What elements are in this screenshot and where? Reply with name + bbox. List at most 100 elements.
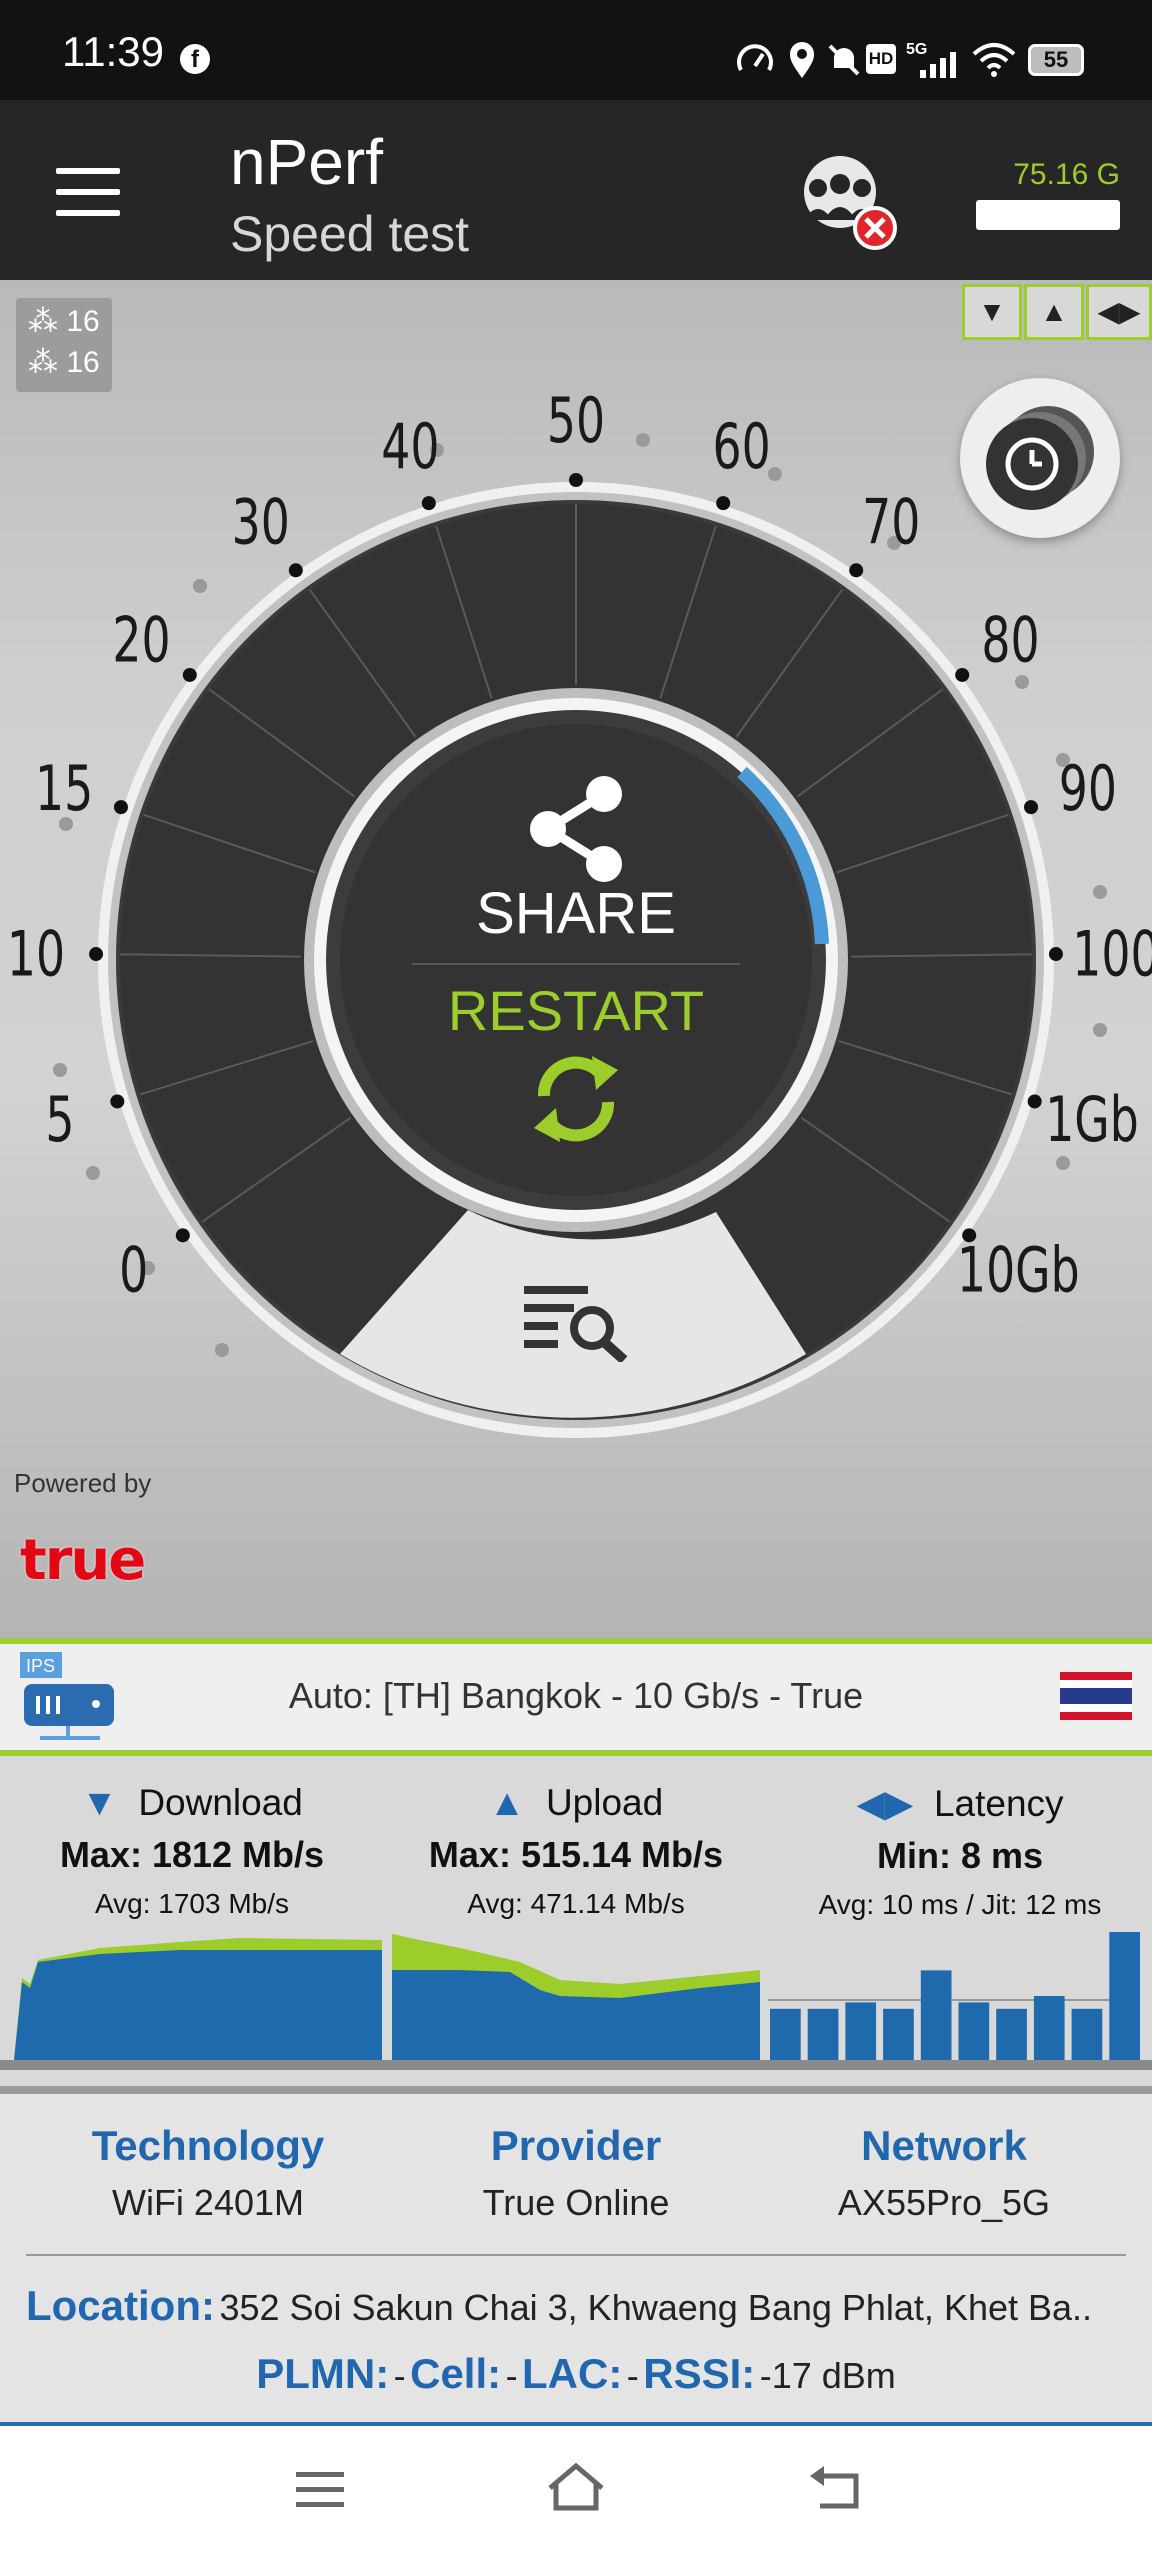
- gauge-tick: [175, 1228, 190, 1243]
- gauge-tick: [421, 496, 436, 511]
- download-result: ▼ Download Max: 1812 Mb/s Avg: 1703 Mb/s: [0, 1782, 384, 1920]
- gauge-tick: [955, 667, 970, 682]
- toggle-sides-button[interactable]: ◀▶: [1086, 284, 1152, 340]
- plmn-label: PLMN:: [256, 2350, 390, 2397]
- nav-menu-button[interactable]: [294, 2468, 346, 2512]
- gauge-tick: [182, 667, 197, 682]
- svg-text:5G: 5G: [906, 41, 927, 58]
- gauge-tick: [849, 563, 864, 578]
- technology-label: Technology: [91, 2122, 325, 2169]
- latency-bar: [845, 2002, 877, 2060]
- latency-bar: [920, 1970, 952, 2060]
- location-row: Location: 352 Soi Sakun Chai 3, Khwaeng …: [26, 2282, 1136, 2330]
- thailand-flag-icon: [1060, 1672, 1132, 1720]
- download-graph: [14, 1938, 382, 2060]
- threads-down-icon: ⁂: [28, 305, 58, 338]
- restart-button[interactable]: RESTART: [420, 978, 732, 1158]
- gauge-tick: [89, 947, 104, 962]
- upload-title: Upload: [545, 1782, 664, 1823]
- facebook-icon: f: [180, 44, 210, 74]
- data-usage-bar: [976, 200, 1120, 230]
- panel-toggles: ▼ ▲ ◀▶: [962, 284, 1152, 340]
- gauge-label-10: 10: [7, 918, 65, 990]
- history-button[interactable]: [960, 378, 1120, 538]
- latency-bar: [807, 2008, 839, 2060]
- share-label: SHARE: [476, 881, 676, 946]
- status-time: 11:39: [62, 28, 164, 75]
- cell-info-row: PLMN: - Cell: - LAC: - RSSI: -17 dBm: [0, 2350, 1152, 2398]
- latency-avg: Avg: 10 ms / Jit: 12 ms: [818, 1889, 1102, 1920]
- gauge-label-15: 15: [35, 753, 93, 825]
- speedometer-history-icon: [986, 406, 1094, 510]
- info-divider: [26, 2254, 1126, 2256]
- network-info: Network AX55Pro_5G: [752, 2122, 1136, 2224]
- collapse-down-button[interactable]: ▼: [962, 284, 1022, 340]
- gauge-label-50: 50: [547, 385, 605, 457]
- ips-badge-label: IPS: [26, 1656, 55, 1676]
- threads-down-count: 16: [66, 305, 100, 338]
- latency-title: Latency: [933, 1783, 1064, 1824]
- expand-up-button[interactable]: ▲: [1024, 284, 1084, 340]
- latency-bar: [770, 2008, 801, 2060]
- gauge-label-5: 5: [45, 1084, 74, 1156]
- location-value: 352 Soi Sakun Chai 3, Khwaeng Bang Phlat…: [219, 2287, 1093, 2328]
- location-label: Location:: [26, 2282, 215, 2329]
- share-icon: [530, 776, 622, 882]
- network-value: AX55Pro_5G: [837, 2182, 1051, 2223]
- download-avg: Avg: 1703 Mb/s: [94, 1888, 290, 1919]
- latency-bar: [883, 2008, 914, 2060]
- servers-status-button[interactable]: [790, 150, 900, 250]
- gauge-tick: [288, 563, 303, 578]
- download-title: Download: [138, 1782, 303, 1823]
- gauge-label-10gb: 10Gb: [957, 1235, 1080, 1307]
- wifi-icon: [972, 43, 1016, 77]
- latency-graph: [770, 1932, 1140, 2060]
- download-arrow-icon: ▼: [81, 1782, 118, 1823]
- menu-button[interactable]: [56, 168, 120, 216]
- server-name[interactable]: Auto: [TH] Bangkok - 10 Gb/s - True: [0, 1675, 1152, 1717]
- technology-value: WiFi 2401M: [111, 2182, 305, 2223]
- data-usage-counter: 75.16 G: [1013, 158, 1120, 191]
- share-button[interactable]: SHARE: [440, 772, 712, 952]
- gauge-tick: [1048, 947, 1063, 962]
- rssi-label: RSSI:: [643, 2350, 756, 2397]
- rssi-value: -17 dBm: [759, 2355, 896, 2396]
- gauge-label-70: 70: [862, 487, 920, 559]
- lac-label: LAC:: [522, 2350, 623, 2397]
- provider-value: True Online: [482, 2182, 670, 2223]
- provider-info: Provider True Online: [384, 2122, 768, 2224]
- latency-min: Min: 8 ms: [876, 1835, 1044, 1876]
- latency-bar: [1109, 1932, 1140, 2060]
- upload-avg: Avg: 471.14 Mb/s: [467, 1888, 685, 1919]
- gauge-label-1gb: 1Gb: [1045, 1084, 1139, 1156]
- provider-label: Provider: [490, 2122, 662, 2169]
- latency-result: ◀▶ Latency Min: 8 ms Avg: 10 ms / Jit: 1…: [768, 1782, 1152, 1921]
- location-icon: [790, 42, 814, 78]
- plmn-value: -: [393, 2355, 406, 2396]
- hd-icon: HD: [866, 44, 896, 74]
- cell-label: Cell:: [410, 2350, 502, 2397]
- threads-up-icon: ⁂: [28, 346, 58, 379]
- nav-home-button[interactable]: [544, 2462, 608, 2514]
- gauge-tick: [716, 496, 731, 511]
- true-brand-logo: true: [20, 1528, 146, 1593]
- download-max: Max: 1812 Mb/s: [59, 1834, 325, 1875]
- latency-arrows-icon: ◀▶: [856, 1783, 914, 1824]
- refresh-icon: [534, 1056, 618, 1142]
- threads-indicator: ⁂ 16 ⁂ 16: [16, 298, 112, 392]
- upload-graph: [392, 1934, 760, 2060]
- battery-icon: 55: [1028, 44, 1084, 76]
- users-globe-icon: [804, 156, 897, 250]
- technology-info: Technology WiFi 2401M: [16, 2122, 400, 2224]
- nav-back-button[interactable]: [806, 2464, 862, 2514]
- app-subtitle: Speed test: [230, 206, 470, 262]
- network-label: Network: [861, 2122, 1027, 2169]
- app-title: nPerf: [230, 126, 383, 198]
- details-search-button[interactable]: [520, 1282, 632, 1362]
- upload-max: Max: 515.14 Mb/s: [428, 1834, 724, 1875]
- powered-by-label: Powered by: [14, 1468, 152, 1498]
- latency-bar: [1033, 1996, 1065, 2060]
- restart-label: RESTART: [447, 979, 705, 1042]
- 5g-signal-icon: 5G: [906, 41, 956, 78]
- gauge-label-0: 0: [119, 1235, 148, 1307]
